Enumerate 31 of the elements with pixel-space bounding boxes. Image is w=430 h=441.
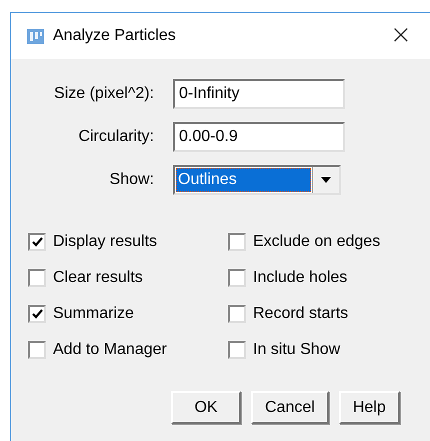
checkbox-option[interactable]: Exclude on edges — [228, 230, 428, 253]
app-icon — [27, 28, 44, 44]
checkbox[interactable] — [28, 268, 46, 286]
checkmark-icon — [32, 236, 42, 246]
checkbox[interactable] — [28, 232, 46, 250]
checkbox[interactable] — [28, 304, 46, 322]
checkbox-option[interactable]: Clear results — [28, 266, 228, 289]
checkbox[interactable] — [228, 232, 246, 250]
checkbox[interactable] — [28, 340, 46, 358]
checkbox-option[interactable]: Display results — [28, 230, 228, 253]
checkbox-option[interactable]: Record starts — [228, 302, 428, 325]
checkbox[interactable] — [228, 268, 246, 286]
dropdown-arrow-icon — [321, 177, 331, 183]
dialog-button[interactable]: Cancel — [251, 391, 329, 424]
checkbox[interactable] — [228, 340, 246, 358]
show-dropdown[interactable]: Outlines — [173, 165, 341, 195]
input-field[interactable]: 0-Infinity — [173, 79, 345, 109]
checkbox-option[interactable]: In situ Show — [228, 338, 428, 361]
field-label: Show: — [108, 171, 154, 189]
input-field[interactable]: 0.00-0.9 — [173, 122, 345, 152]
field-label: Size (pixel^2): — [53, 85, 154, 103]
checkmark-icon — [32, 308, 42, 318]
checkbox-option[interactable]: Include holes — [228, 266, 428, 289]
close-button[interactable]: × — [386, 21, 416, 49]
checkbox-option[interactable]: Summarize — [28, 302, 228, 325]
field-label: Circularity: — [77, 128, 154, 146]
dialog-button[interactable]: OK — [171, 391, 241, 424]
checkbox[interactable] — [228, 304, 246, 322]
dialog-button[interactable]: Help — [338, 391, 400, 424]
checkbox-option[interactable]: Add to Manager — [28, 338, 228, 361]
window-title: Analyze Particles — [53, 27, 176, 45]
